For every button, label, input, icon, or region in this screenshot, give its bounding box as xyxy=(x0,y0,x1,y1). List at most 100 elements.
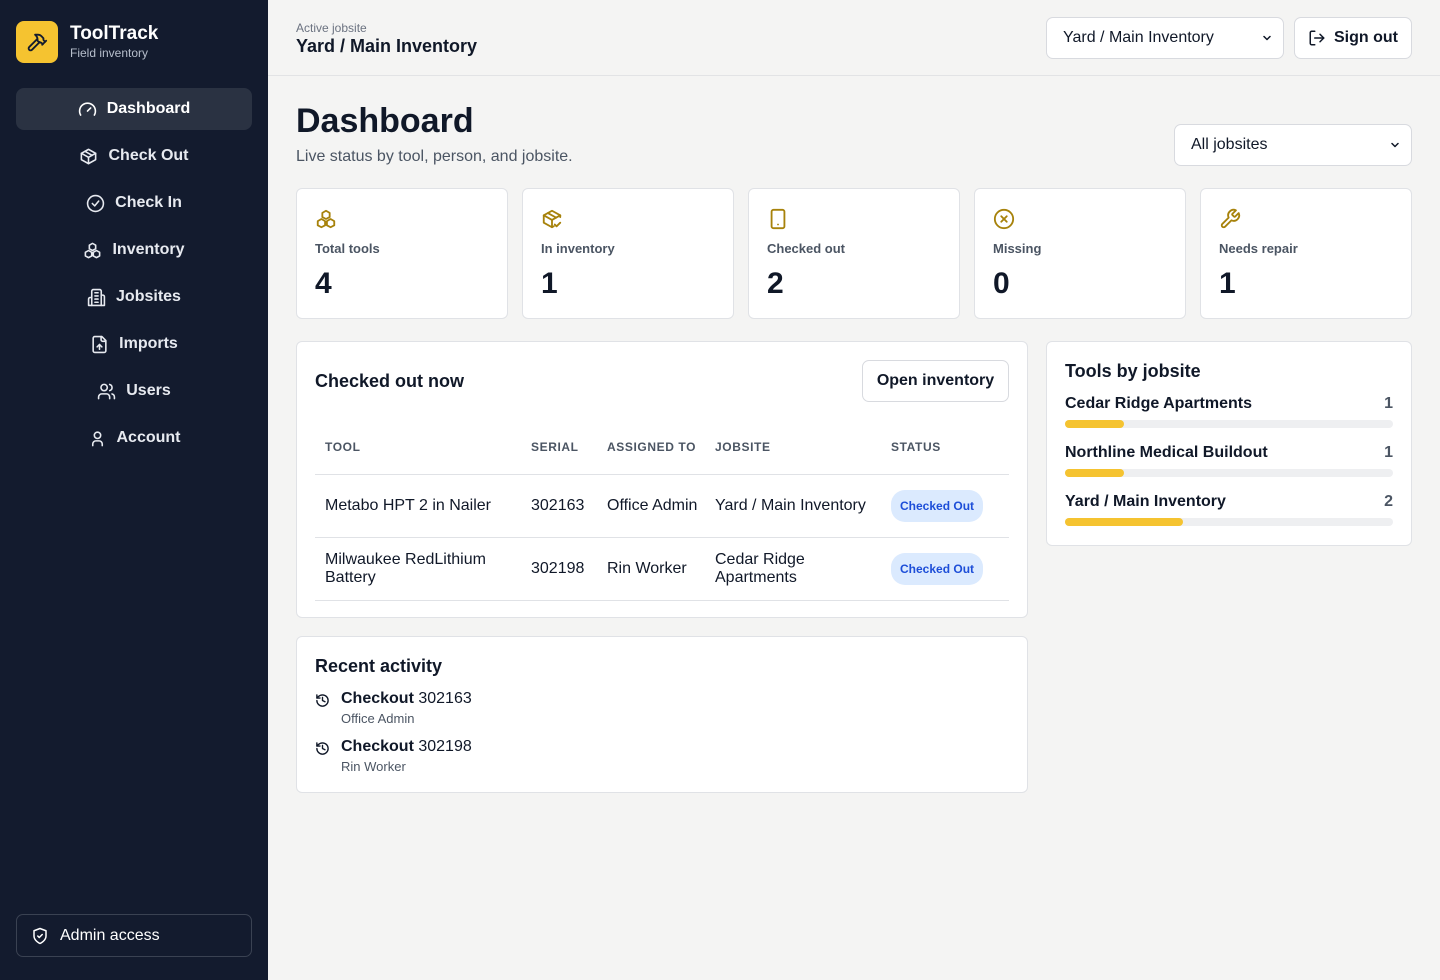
stat-cards: Total tools 4 In inventory 1 Checked out… xyxy=(296,188,1412,319)
cell-jobsite: Yard / Main Inventory xyxy=(705,474,881,538)
building-icon xyxy=(87,288,106,306)
sign-out-button[interactable]: Sign out xyxy=(1294,17,1412,59)
stat-card-total-tools: Total tools 4 xyxy=(296,188,508,319)
sidebar-item-inventory[interactable]: Inventory xyxy=(16,229,252,271)
stat-label: Total tools xyxy=(315,241,380,256)
user-icon xyxy=(91,430,103,446)
tools-by-jobsite-panel: Tools by jobsite Cedar Ridge Apartments … xyxy=(1046,341,1412,546)
cell-status: Checked Out xyxy=(881,474,1009,538)
stat-value: 4 xyxy=(315,267,332,300)
jobsite-select-value: Yard / Main Inventory xyxy=(1063,29,1214,46)
package-check-icon xyxy=(542,209,562,229)
stat-value: 1 xyxy=(541,267,558,300)
column-header-status[interactable]: STATUS xyxy=(881,422,1009,475)
check-circle-icon xyxy=(86,194,105,212)
sidebar-item-check-out[interactable]: Check Out xyxy=(16,135,252,177)
sidebar-nav: Dashboard Check Out Check In Inventory J… xyxy=(16,88,252,464)
active-jobsite-label: Active jobsite xyxy=(296,21,367,35)
jobsite-name: Northline Medical Buildout xyxy=(1065,444,1268,461)
chevron-down-icon xyxy=(1391,142,1399,148)
jobsite-select[interactable]: Yard / Main Inventory xyxy=(1046,17,1284,59)
table-row[interactable]: Metabo HPT 2 in Nailer 302163 Office Adm… xyxy=(315,474,1009,538)
history-icon xyxy=(316,694,329,707)
x-circle-icon xyxy=(993,208,1015,230)
stat-card-missing: Missing 0 xyxy=(974,188,1186,319)
activity-action: Checkout xyxy=(341,738,414,755)
status-badge: Checked Out xyxy=(891,489,984,522)
cell-jobsite: Cedar Ridge Apartments xyxy=(705,537,881,601)
stat-card-checked-out: Checked out 2 xyxy=(748,188,960,319)
cell-serial: 302163 xyxy=(521,474,597,538)
jobsite-name: Yard / Main Inventory xyxy=(1065,493,1226,510)
brand-name: ToolTrack xyxy=(70,23,159,44)
jobsite-count: 2 xyxy=(1384,493,1393,510)
jobsite-progress-track xyxy=(1065,518,1393,526)
stat-card-needs-repair: Needs repair 1 xyxy=(1200,188,1412,319)
cell-assigned: Rin Worker xyxy=(597,537,705,601)
column-header-tool[interactable]: TOOL xyxy=(315,422,521,475)
package-icon xyxy=(81,148,97,164)
sidebar-item-imports[interactable]: Imports xyxy=(16,323,252,365)
recent-activity-panel: Recent activity Checkout 302163 Office A… xyxy=(296,636,1028,793)
brand-subtitle: Field inventory xyxy=(70,46,149,60)
cell-tool: Metabo HPT 2 in Nailer xyxy=(315,474,521,538)
column-header-jobsite[interactable]: JOBSITE xyxy=(705,422,881,475)
activity-serial: 302163 xyxy=(418,690,472,707)
jobsite-progress-fill xyxy=(1065,469,1125,477)
stat-value: 2 xyxy=(767,267,784,300)
sidebar-item-label: Check Out xyxy=(108,147,189,164)
sidebar-item-account[interactable]: Account xyxy=(16,417,252,459)
table-row[interactable]: Milwaukee RedLithium Battery 302198 Rin … xyxy=(315,537,1009,601)
page-subtitle: Live status by tool, person, and jobsite… xyxy=(296,148,573,165)
jobsite-count: 1 xyxy=(1384,395,1393,412)
open-inventory-button[interactable]: Open inventory xyxy=(862,360,1009,402)
activity-main: Checkout 302198 xyxy=(341,738,472,756)
wrench-icon xyxy=(1220,208,1241,229)
checked-out-title: Checked out now xyxy=(315,371,465,391)
sidebar-item-check-in[interactable]: Check In xyxy=(16,182,252,224)
chevron-down-icon xyxy=(1263,35,1271,41)
column-header-serial[interactable]: SERIAL xyxy=(521,422,597,475)
sidebar: ToolTrack Field inventory Dashboard Chec… xyxy=(0,0,268,980)
stat-label: Missing xyxy=(993,241,1042,256)
cell-status: Checked Out xyxy=(881,537,1009,601)
active-jobsite-value: Yard / Main Inventory xyxy=(296,36,478,56)
table-header-row: TOOL SERIAL ASSIGNED TO JOBSITE STATUS xyxy=(315,422,1009,475)
sidebar-item-jobsites[interactable]: Jobsites xyxy=(16,276,252,318)
sidebar-item-users[interactable]: Users xyxy=(16,370,252,412)
boxes-icon xyxy=(316,209,336,229)
file-upload-icon xyxy=(92,335,107,353)
tools-by-jobsite-title: Tools by jobsite xyxy=(1065,361,1201,381)
brand[interactable]: ToolTrack Field inventory xyxy=(16,21,158,63)
sidebar-item-label: Jobsites xyxy=(116,288,181,305)
shield-check-icon xyxy=(33,927,47,944)
activity-action: Checkout xyxy=(341,690,414,707)
sidebar-item-label: Inventory xyxy=(112,241,185,258)
jobsite-count: 1 xyxy=(1384,444,1393,461)
stat-label: Needs repair xyxy=(1219,241,1298,256)
recent-activity-title: Recent activity xyxy=(315,656,443,676)
sidebar-item-label: Dashboard xyxy=(106,100,191,117)
checked-out-table: TOOL SERIAL ASSIGNED TO JOBSITE STATUS M… xyxy=(315,422,1009,601)
users-icon xyxy=(98,383,116,399)
sidebar-item-label: Account xyxy=(116,429,181,446)
jobsite-progress-track xyxy=(1065,420,1393,428)
log-out-icon xyxy=(1309,30,1325,46)
sidebar-item-label: Users xyxy=(126,382,171,399)
jobsite-filter-select[interactable]: All jobsites xyxy=(1174,124,1412,166)
jobsite-progress-track xyxy=(1065,469,1393,477)
cell-tool: Milwaukee RedLithium Battery xyxy=(315,537,521,601)
column-header-assigned-to[interactable]: ASSIGNED TO xyxy=(597,422,705,475)
jobsite-progress-fill xyxy=(1065,420,1125,428)
activity-user: Office Admin xyxy=(341,711,415,726)
stat-value: 0 xyxy=(993,267,1010,300)
activity-user: Rin Worker xyxy=(341,759,406,774)
jobsite-progress-fill xyxy=(1065,518,1184,526)
cell-assigned: Office Admin xyxy=(597,474,705,538)
sidebar-item-label: Check In xyxy=(115,194,182,211)
admin-access-label: Admin access xyxy=(60,926,160,944)
stat-value: 1 xyxy=(1219,267,1236,300)
sidebar-item-label: Imports xyxy=(119,335,178,352)
sidebar-item-dashboard[interactable]: Dashboard xyxy=(16,88,252,130)
gauge-icon xyxy=(78,101,96,116)
